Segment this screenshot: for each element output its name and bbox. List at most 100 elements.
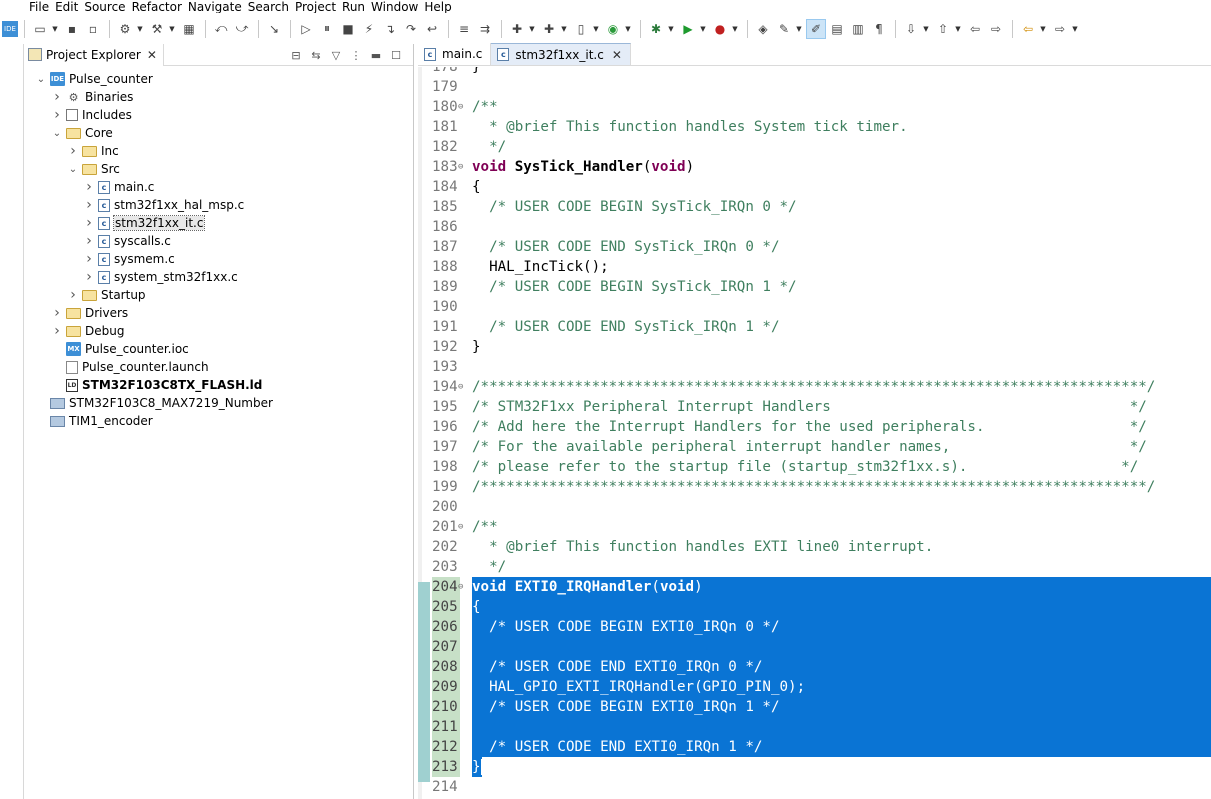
code-line[interactable]: 205 {	[418, 597, 1211, 617]
code-line[interactable]: 188 HAL_IncTick();	[418, 257, 1211, 277]
tree-item-binaries[interactable]: › ⚙ Binaries	[50, 88, 133, 106]
code-line[interactable]: 179	[418, 77, 1211, 97]
chevron-down-icon[interactable]: ⌄	[34, 74, 48, 85]
disconnect-icon[interactable]: ⚡	[359, 19, 379, 39]
menu-item-window[interactable]: Window	[371, 1, 424, 13]
code-line[interactable]: 208 /* USER CODE END EXTI0_IRQn 0 */	[418, 657, 1211, 677]
tree-item-includes[interactable]: › Includes	[50, 106, 132, 124]
chevron-down-icon[interactable]: ⌄	[66, 164, 80, 175]
new-c-project-icon[interactable]: ✚	[507, 19, 527, 39]
link-icon[interactable]: ⤺	[211, 19, 231, 39]
code-line[interactable]: 211	[418, 717, 1211, 737]
configurations-dropdown-icon[interactable]: ▼	[136, 19, 144, 39]
code-line[interactable]: 187 /* USER CODE END SysTick_IRQn 0 */	[418, 237, 1211, 257]
tree-item-syscalls-c[interactable]: › c syscalls.c	[82, 232, 171, 250]
skip-breakpoints-icon[interactable]: ↘	[264, 19, 284, 39]
tree-item-drivers[interactable]: › Drivers	[50, 304, 128, 322]
toggle-mark-occurrences-icon[interactable]: ✐	[806, 18, 826, 39]
collapse-all-icon[interactable]: ⊟	[287, 46, 305, 64]
forward-dropdown-icon[interactable]: ▼	[1071, 19, 1079, 39]
minimize-icon[interactable]: ▬	[367, 46, 385, 64]
show-whitespace-icon[interactable]: ¶	[869, 19, 889, 39]
save-all-icon[interactable]: ▫	[83, 19, 103, 39]
new-file-dropdown-icon[interactable]: ▼	[592, 19, 600, 39]
code-line[interactable]: 214	[418, 777, 1211, 797]
code-line[interactable]: 189 /* USER CODE BEGIN SysTick_IRQn 1 */	[418, 277, 1211, 297]
step-return-icon[interactable]: ↩	[422, 19, 442, 39]
code-line[interactable]: 206 /* USER CODE BEGIN EXTI0_IRQn 0 */	[418, 617, 1211, 637]
forward-edit-icon[interactable]: ⇨	[986, 19, 1006, 39]
debug-dropdown-icon[interactable]: ▼	[667, 19, 675, 39]
code-line[interactable]: 192}	[418, 337, 1211, 357]
step-into-icon[interactable]: ↴	[380, 19, 400, 39]
run-icon[interactable]: ▶	[678, 19, 698, 39]
new-source-file-icon[interactable]: ▯	[571, 19, 591, 39]
code-line[interactable]: 207	[418, 637, 1211, 657]
project-explorer-tab[interactable]: Project Explorer ✕	[24, 43, 164, 66]
editor-tab-main-c[interactable]: c main.c	[418, 43, 492, 65]
new-project-dropdown-icon[interactable]: ▼	[528, 19, 536, 39]
chevron-down-icon[interactable]: ⌄	[50, 128, 64, 139]
code-line[interactable]: 194 ⊖/***********************************…	[418, 377, 1211, 397]
chevron-right-icon[interactable]: ›	[50, 89, 64, 105]
menu-item-navigate[interactable]: Navigate	[188, 1, 248, 13]
tree-item-src[interactable]: ⌄ Src	[66, 160, 120, 178]
tree-item-max7219-project[interactable]: STM32F103C8_MAX7219_Number	[34, 394, 273, 412]
previous-annotation-dropdown-icon[interactable]: ▼	[954, 19, 962, 39]
chevron-right-icon[interactable]: ›	[82, 251, 96, 267]
fold-toggle-icon[interactable]: ⊖	[458, 97, 468, 117]
tree-item-sysmem-c[interactable]: › c sysmem.c	[82, 250, 175, 268]
new-dropdown-icon[interactable]: ▼	[51, 19, 59, 39]
code-line[interactable]: 182 */	[418, 137, 1211, 157]
tree-item-launch[interactable]: Pulse_counter.launch	[50, 358, 209, 376]
editor-tab-stm32f1xx-it-c[interactable]: c stm32f1xx_it.c ✕	[491, 43, 631, 65]
menu-item-help[interactable]: Help	[424, 1, 457, 13]
close-icon[interactable]: ✕	[147, 48, 157, 62]
code-line[interactable]: 213}	[418, 757, 1211, 777]
fold-toggle-icon[interactable]: ⊖	[458, 157, 468, 177]
save-icon[interactable]: ▪	[62, 19, 82, 39]
code-line[interactable]: 186	[418, 217, 1211, 237]
new-class-dropdown-icon[interactable]: ▼	[624, 19, 632, 39]
menu-item-source[interactable]: Source	[84, 1, 131, 13]
tree-item-core[interactable]: ⌄ Core	[50, 124, 113, 142]
code-line[interactable]: 198 /* please refer to the startup file (…	[418, 457, 1211, 477]
tree-item-startup[interactable]: › Startup	[66, 286, 145, 304]
binary-icon[interactable]: ▦	[179, 19, 199, 39]
chevron-right-icon[interactable]: ›	[50, 107, 64, 123]
code-line[interactable]: 209 HAL_GPIO_EXTI_IRQHandler(GPIO_PIN_0)…	[418, 677, 1211, 697]
last-edit-location-icon[interactable]: ⇦	[965, 19, 985, 39]
manage-configurations-icon[interactable]: ⚙	[115, 19, 135, 39]
menu-item-project[interactable]: Project	[295, 1, 342, 13]
previous-annotation-icon[interactable]: ⇧	[933, 19, 953, 39]
code-line[interactable]: 185 /* USER CODE BEGIN SysTick_IRQn 0 */	[418, 197, 1211, 217]
chevron-right-icon[interactable]: ›	[66, 287, 80, 303]
new-class-icon[interactable]: ◉	[603, 19, 623, 39]
search-dropdown-icon[interactable]: ▼	[795, 19, 803, 39]
forward-icon[interactable]: ⇨	[1050, 19, 1070, 39]
code-line[interactable]: 197 /* For the available peripheral inter…	[418, 437, 1211, 457]
new-icon[interactable]: ▭	[30, 19, 50, 39]
new-source-folder-icon[interactable]: ✚	[539, 19, 559, 39]
back-icon[interactable]: ⇦	[1018, 19, 1038, 39]
fold-toggle-icon[interactable]: ⊖	[458, 517, 468, 537]
toggle-word-wrap-icon[interactable]: ▤	[827, 19, 847, 39]
tree-item-tim1-encoder[interactable]: TIM1_encoder	[34, 412, 153, 430]
menu-item-file[interactable]: File	[0, 1, 55, 13]
external-tools-icon[interactable]: ●	[710, 19, 730, 39]
code-line[interactable]: 204 ⊖ void EXTI0_IRQHandler(void)	[418, 577, 1211, 597]
tree-item-system-c[interactable]: › c system_stm32f1xx.c	[82, 268, 238, 286]
code-line[interactable]: 181 * @brief This function handles Syste…	[418, 117, 1211, 137]
terminal-icon[interactable]: ≡	[454, 19, 474, 39]
chevron-right-icon[interactable]: ›	[50, 323, 64, 339]
open-type-icon[interactable]: ◈	[753, 19, 773, 39]
step-over-icon[interactable]: ↷	[401, 19, 421, 39]
code-line[interactable]: 193	[418, 357, 1211, 377]
menu-item-search[interactable]: Search	[248, 1, 295, 13]
chevron-right-icon[interactable]: ›	[82, 269, 96, 285]
view-menu-icon[interactable]: ⋮	[347, 46, 365, 64]
instruction-step-icon[interactable]: ⇉	[475, 19, 495, 39]
fold-toggle-icon[interactable]: ⊖	[458, 377, 468, 397]
suspend-icon[interactable]: ⏸	[317, 19, 337, 39]
maximize-icon[interactable]: ☐	[387, 46, 405, 64]
